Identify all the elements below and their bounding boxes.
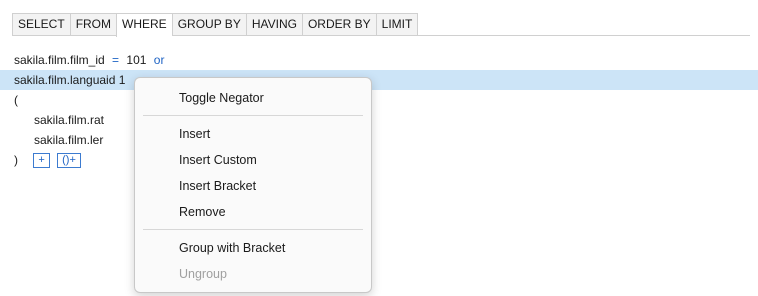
open-bracket: ( — [14, 93, 18, 107]
tab-order-by[interactable]: ORDER BY — [301, 13, 376, 36]
menu-item-remove[interactable]: Remove — [135, 199, 371, 225]
tab-from[interactable]: FROM — [69, 13, 117, 36]
tab-group-by[interactable]: GROUP BY — [171, 13, 246, 36]
menu-item-group-with-bracket[interactable]: Group with Bracket — [135, 235, 371, 261]
menu-item-insert[interactable]: Insert — [135, 121, 371, 147]
tab-select[interactable]: SELECT — [12, 13, 70, 36]
clause-tab-bar: SELECT FROM WHERE GROUP BY HAVING ORDER … — [12, 13, 750, 37]
condition-row[interactable]: sakila.film.ler — [0, 130, 758, 150]
where-clause-editor: SELECT FROM WHERE GROUP BY HAVING ORDER … — [0, 0, 758, 296]
menu-item-insert-bracket[interactable]: Insert Bracket — [135, 173, 371, 199]
condition-editor: sakila.film.film_id = 101 or sakila.film… — [0, 50, 758, 170]
close-bracket-row: ) + ()+ — [0, 150, 758, 170]
add-condition-button[interactable]: + — [33, 153, 50, 169]
condition-field[interactable]: sakila.film.langua — [14, 73, 106, 87]
close-bracket: ) — [14, 153, 18, 167]
condition-value[interactable]: 101 — [126, 53, 146, 67]
conjunction-keyword[interactable]: or — [154, 53, 165, 67]
tab-having[interactable]: HAVING — [245, 13, 302, 36]
condition-tail: id 1 — [106, 73, 126, 87]
menu-item-ungroup: Ungroup — [179, 267, 227, 281]
condition-row[interactable]: sakila.film.film_id = 101 or — [0, 50, 758, 70]
condition-field[interactable]: sakila.film.rat — [34, 113, 104, 127]
menu-item-toggle-negator[interactable]: Toggle Negator — [135, 85, 371, 111]
context-menu: Toggle Negator Insert Insert Custom Inse… — [134, 77, 372, 293]
menu-separator — [143, 115, 363, 116]
add-bracket-button[interactable]: ()+ — [57, 153, 81, 169]
menu-separator — [143, 229, 363, 230]
menu-item-insert-custom[interactable]: Insert Custom — [135, 147, 371, 173]
condition-row[interactable]: sakila.film.rat — [0, 110, 758, 130]
clause-tabs: SELECT FROM WHERE GROUP BY HAVING ORDER … — [12, 13, 419, 37]
condition-field[interactable]: sakila.film.ler — [34, 133, 103, 147]
condition-field[interactable]: sakila.film.film_id — [14, 53, 105, 67]
tab-limit[interactable]: LIMIT — [375, 13, 419, 36]
condition-row-selected[interactable]: sakila.film.languaid 1 — [0, 70, 758, 90]
condition-operator[interactable]: = — [112, 53, 119, 67]
tab-where[interactable]: WHERE — [116, 13, 172, 37]
